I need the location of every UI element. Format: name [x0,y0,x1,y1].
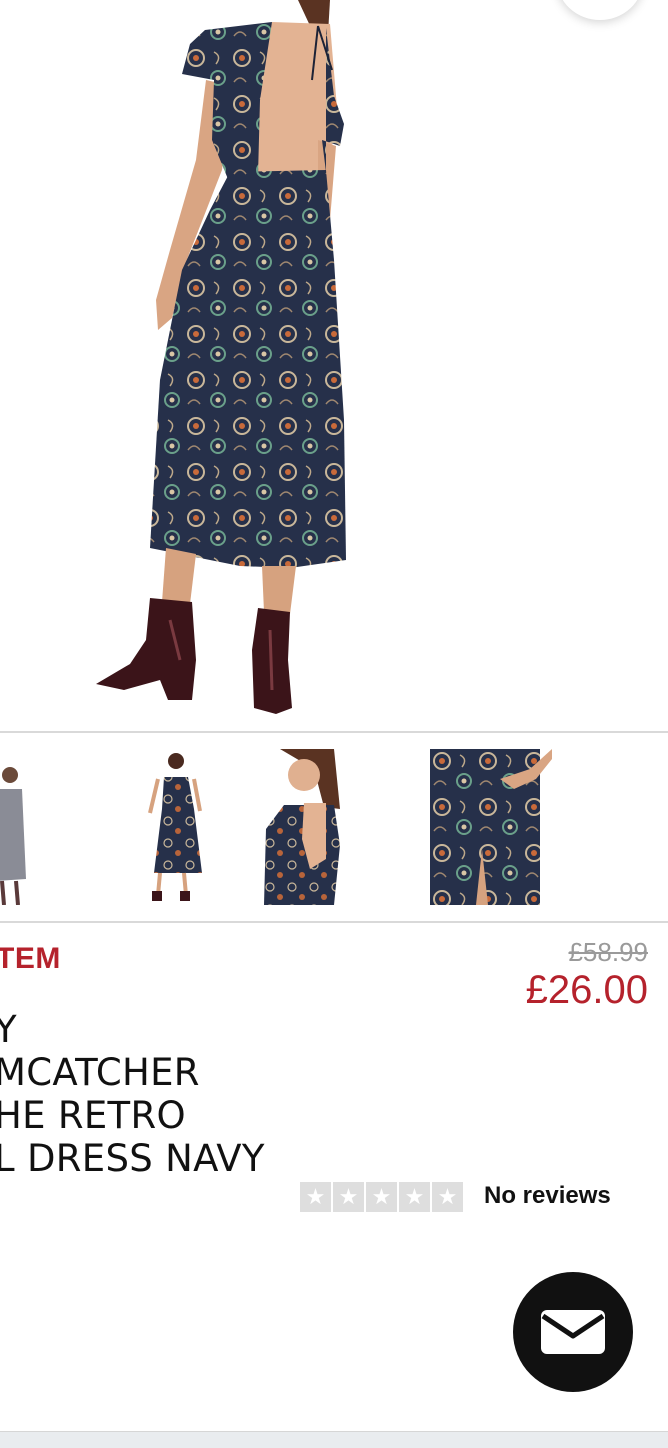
product-title-line: L DRESS NAVY [0,1137,265,1180]
thumbnail-image [430,749,552,905]
star-icon: ★ [366,1182,397,1212]
thumbnail-image [264,749,340,905]
reviews-link[interactable]: No reviews [484,1182,611,1210]
thumbnail-2[interactable] [140,749,214,905]
product-title-line: HE RETRO [0,1094,186,1137]
star-icon: ★ [300,1182,331,1212]
star-icon: ★ [399,1182,430,1212]
product-title-line: Y [0,1008,17,1051]
product-title-line: MCATCHER [0,1051,200,1094]
divider [0,921,668,923]
thumbnail-1[interactable] [0,749,30,906]
thumbnail-image [148,753,202,901]
rating-stars[interactable]: ★ ★ ★ ★ ★ [300,1182,463,1212]
bottom-toolbar [0,1431,668,1448]
envelope-icon [541,1310,605,1354]
sale-price: £26.00 [525,968,648,1012]
star-icon: ★ [333,1182,364,1212]
original-price: £58.99 [568,937,648,967]
dress-back-view-illustration [96,0,346,714]
thumbnail-image [0,767,26,906]
chat-button[interactable] [513,1272,633,1392]
thumbnail-3[interactable] [264,749,348,905]
thumbnail-strip[interactable] [0,733,668,921]
star-icon: ★ [432,1182,463,1212]
product-title: Y MCATCHER HE RETRO L DRESS NAVY [0,1008,324,1180]
sale-badge: TEM [0,942,61,975]
product-main-image[interactable] [0,0,668,731]
thumbnail-4[interactable] [430,749,552,905]
